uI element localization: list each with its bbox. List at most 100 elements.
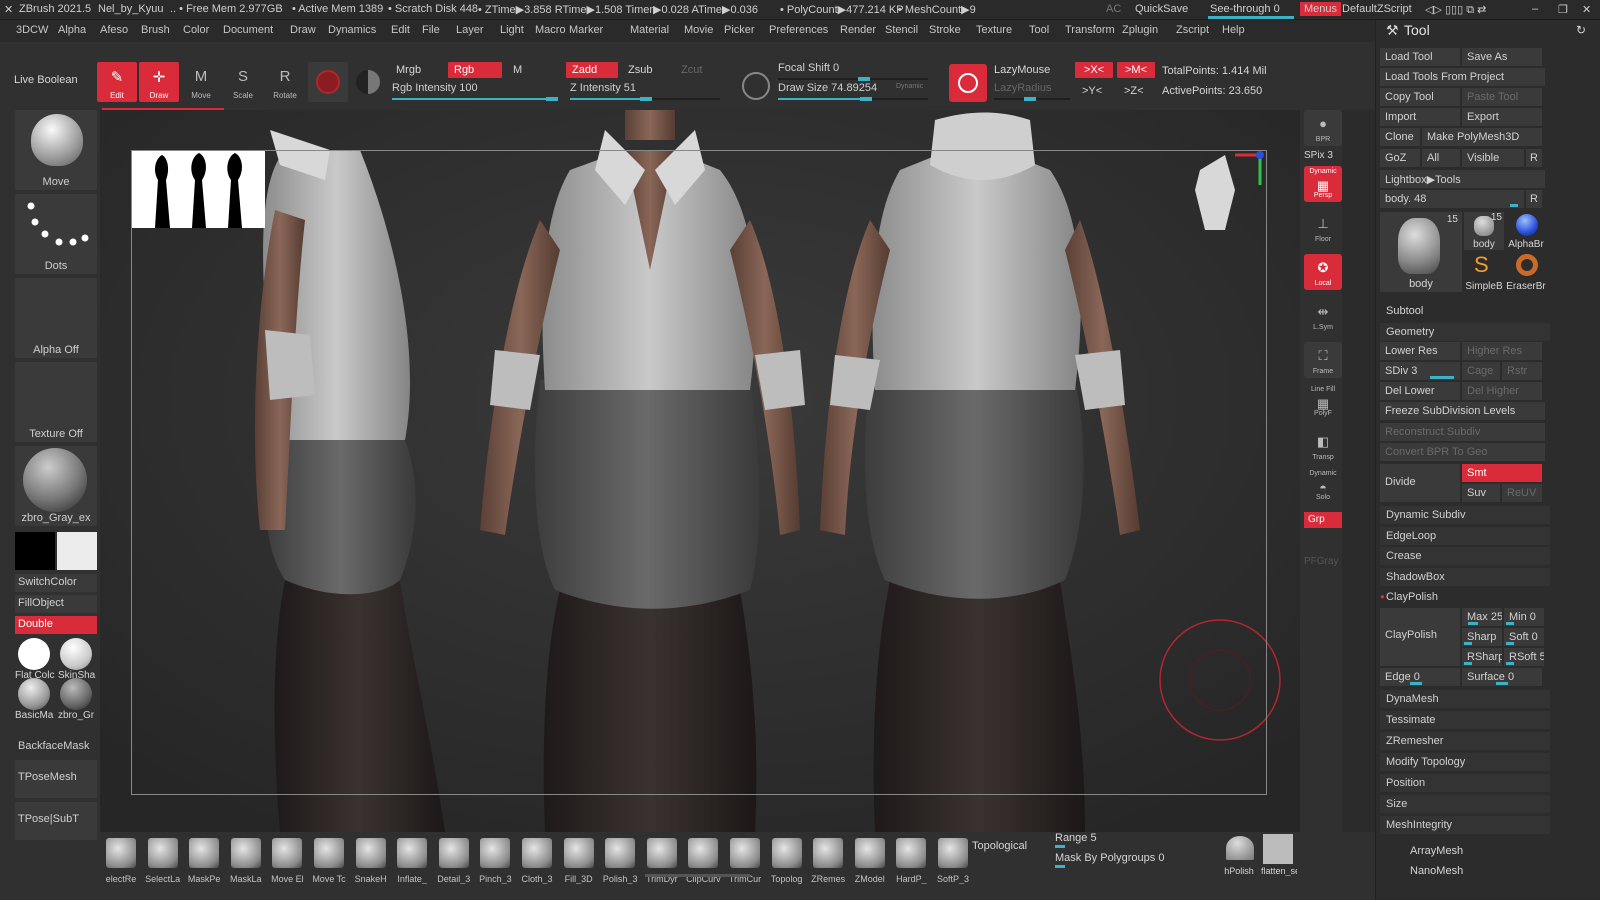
edgeloop-section[interactable]: EdgeLoop — [1380, 527, 1550, 545]
tpose-mesh-button[interactable]: TPoseMesh — [15, 760, 97, 798]
claypolish-rsoft-slider[interactable]: RSoft 5 — [1504, 648, 1544, 666]
brush-slot-8[interactable]: Detail_3 — [435, 838, 473, 888]
menu-document[interactable]: Document — [223, 24, 273, 36]
menu-zscript[interactable]: Zscript — [1176, 24, 1209, 36]
menu-3dcw[interactable]: 3DCW — [16, 24, 48, 36]
local-button[interactable]: ✪ Local — [1304, 254, 1342, 290]
menu-render[interactable]: Render — [840, 24, 876, 36]
tool-thumb-simplebrush[interactable]: S SimpleB — [1464, 252, 1504, 292]
close-icon[interactable]: ✕ — [1582, 3, 1591, 16]
tool-thumb-eraserbrush[interactable]: EraserBr — [1506, 252, 1546, 292]
tool-thumb-alphabrush[interactable]: AlphaBr — [1506, 212, 1546, 250]
copy-tool-button[interactable]: Copy Tool — [1380, 88, 1460, 106]
tool-thumb-body-main[interactable]: 15 body — [1380, 212, 1462, 292]
arraymesh-section[interactable]: ArrayMesh — [1410, 845, 1463, 857]
zadd-toggle[interactable]: Zadd — [566, 62, 618, 78]
backface-mask-button[interactable]: BackfaceMask — [15, 738, 97, 756]
basic-material-icon[interactable] — [18, 678, 50, 710]
crease-section[interactable]: Crease — [1380, 547, 1550, 565]
goz-r-button[interactable]: R — [1526, 149, 1542, 167]
menu-brush[interactable]: Brush — [141, 24, 170, 36]
double-toggle[interactable]: Double — [15, 616, 97, 634]
brush-slot-16[interactable]: Topolog — [768, 838, 806, 888]
brush-slot-14[interactable]: ClipCurv — [684, 838, 722, 888]
seethrough-slider-bar[interactable] — [1208, 16, 1294, 19]
fill-object-button[interactable]: FillObject — [15, 595, 97, 613]
paste-tool-button[interactable]: Paste Tool — [1462, 88, 1542, 106]
tool-r-button[interactable]: R — [1526, 190, 1542, 208]
edit-button[interactable]: ✎ Edit — [97, 62, 137, 102]
menu-layer[interactable]: Layer — [456, 24, 484, 36]
lightbox-tools-button[interactable]: Lightbox▶Tools — [1380, 170, 1545, 188]
stroke-picker[interactable]: Dots — [15, 194, 97, 274]
current-tool-slider[interactable]: body. 48 — [1380, 190, 1524, 208]
tool-thumb-body[interactable]: 15 body — [1464, 212, 1504, 250]
dynamic-size-toggle[interactable]: Dynamic — [896, 83, 923, 90]
menus-toggle[interactable]: Menus — [1300, 2, 1342, 16]
flat-color-material-icon[interactable] — [18, 638, 50, 670]
x-symmetry-toggle[interactable]: >X< — [1075, 62, 1113, 78]
stroke-settings-icon[interactable] — [742, 72, 770, 100]
meshintegrity-section[interactable]: MeshIntegrity — [1380, 816, 1550, 834]
claypolish-soft-slider[interactable]: Soft 0 — [1504, 628, 1544, 646]
menu-draw[interactable]: Draw — [290, 24, 316, 36]
zcut-toggle[interactable]: Zcut — [675, 62, 708, 78]
color-swatch-button[interactable] — [308, 62, 348, 102]
persp-button[interactable]: Dynamic ▦ Persp — [1304, 166, 1342, 202]
sdiv-slider[interactable]: SDiv 3 — [1380, 362, 1460, 380]
zsub-toggle[interactable]: Zsub — [622, 62, 658, 78]
zbro-gray-material-icon[interactable] — [60, 678, 92, 710]
del-lower-button[interactable]: Del Lower — [1380, 382, 1460, 400]
mask-by-polygroups-slider[interactable]: Mask By Polygroups 0 — [1055, 852, 1205, 868]
del-higher-button[interactable]: Del Higher — [1462, 382, 1542, 400]
polyf-button[interactable]: Line Fill ▦ PolyF — [1304, 384, 1342, 420]
topological-toggle[interactable]: Topological — [972, 840, 1027, 852]
layout-icons[interactable]: ◁▷ ▯▯▯ ⧉ ⇄ — [1425, 3, 1486, 17]
material-sphere-icon[interactable] — [356, 70, 380, 94]
brush-slot-1[interactable]: SelectLa — [144, 838, 182, 888]
range-slider[interactable]: Range 5 — [1055, 832, 1195, 848]
shadowbox-section[interactable]: ShadowBox — [1380, 568, 1550, 586]
brush-slot-3[interactable]: MaskLa — [227, 838, 265, 888]
lazymouse-toggle[interactable]: LazyMouse — [994, 64, 1050, 76]
cage-button[interactable]: Cage — [1462, 362, 1500, 380]
lsym-button[interactable]: ⇹ L.Sym — [1304, 298, 1342, 334]
claypolish-max-slider[interactable]: Max 25 — [1462, 608, 1502, 626]
brush-slot-0[interactable]: electRe — [102, 838, 140, 888]
transp-button[interactable]: ◧ Transp — [1304, 428, 1342, 464]
menu-zplugin[interactable]: Zplugin — [1122, 24, 1158, 36]
goz-visible-button[interactable]: Visible — [1462, 149, 1524, 167]
make-polymesh-button[interactable]: Make PolyMesh3D — [1422, 128, 1542, 146]
brush-slot-2[interactable]: MaskPe — [185, 838, 223, 888]
seethrough-slider[interactable]: See-through 0 — [1210, 3, 1280, 15]
claypolish-surface-slider[interactable]: Surface 0 — [1462, 668, 1542, 686]
palette-undock-icon[interactable]: ↻ — [1576, 23, 1586, 37]
reconstruct-subdiv-button[interactable]: Reconstruct Subdiv — [1380, 423, 1545, 441]
move-button[interactable]: M Move — [181, 62, 221, 102]
claypolish-section[interactable]: ClayPolish — [1380, 588, 1550, 606]
menu-macro[interactable]: Macro — [535, 24, 566, 36]
y-symmetry-toggle[interactable]: >Y< — [1076, 83, 1108, 99]
convert-bpr-button[interactable]: Convert BPR To Geo — [1380, 443, 1545, 461]
menu-transform[interactable]: Transform — [1065, 24, 1115, 36]
brush-slot-7[interactable]: Inflate_ — [393, 838, 431, 888]
higher-res-button[interactable]: Higher Res — [1462, 342, 1542, 360]
clone-button[interactable]: Clone — [1380, 128, 1420, 146]
lower-res-button[interactable]: Lower Res — [1380, 342, 1460, 360]
z-symmetry-toggle[interactable]: >Z< — [1118, 83, 1150, 99]
menu-dynamics[interactable]: Dynamics — [328, 24, 376, 36]
brush-slot-19[interactable]: HardP_ — [892, 838, 930, 888]
lazymouse-button[interactable] — [949, 64, 987, 102]
minimize-icon[interactable]: ‒ — [1532, 3, 1538, 15]
menu-preferences[interactable]: Preferences — [769, 24, 828, 36]
menu-edit[interactable]: Edit — [391, 24, 410, 36]
tpose-subt-button[interactable]: TPose|SubT — [15, 802, 97, 840]
quicksave-button[interactable]: QuickSave — [1135, 3, 1188, 15]
restore-icon[interactable]: ❐ — [1558, 3, 1568, 16]
default-zscript-button[interactable]: DefaultZScript — [1342, 3, 1412, 15]
pfgray-button[interactable]: PFGray — [1304, 556, 1338, 567]
load-tools-from-project-button[interactable]: Load Tools From Project — [1380, 68, 1545, 86]
brush-slot-5[interactable]: Move Tc — [310, 838, 348, 888]
goz-all-button[interactable]: All — [1422, 149, 1460, 167]
brush-slot-12[interactable]: Polish_3 — [601, 838, 639, 888]
